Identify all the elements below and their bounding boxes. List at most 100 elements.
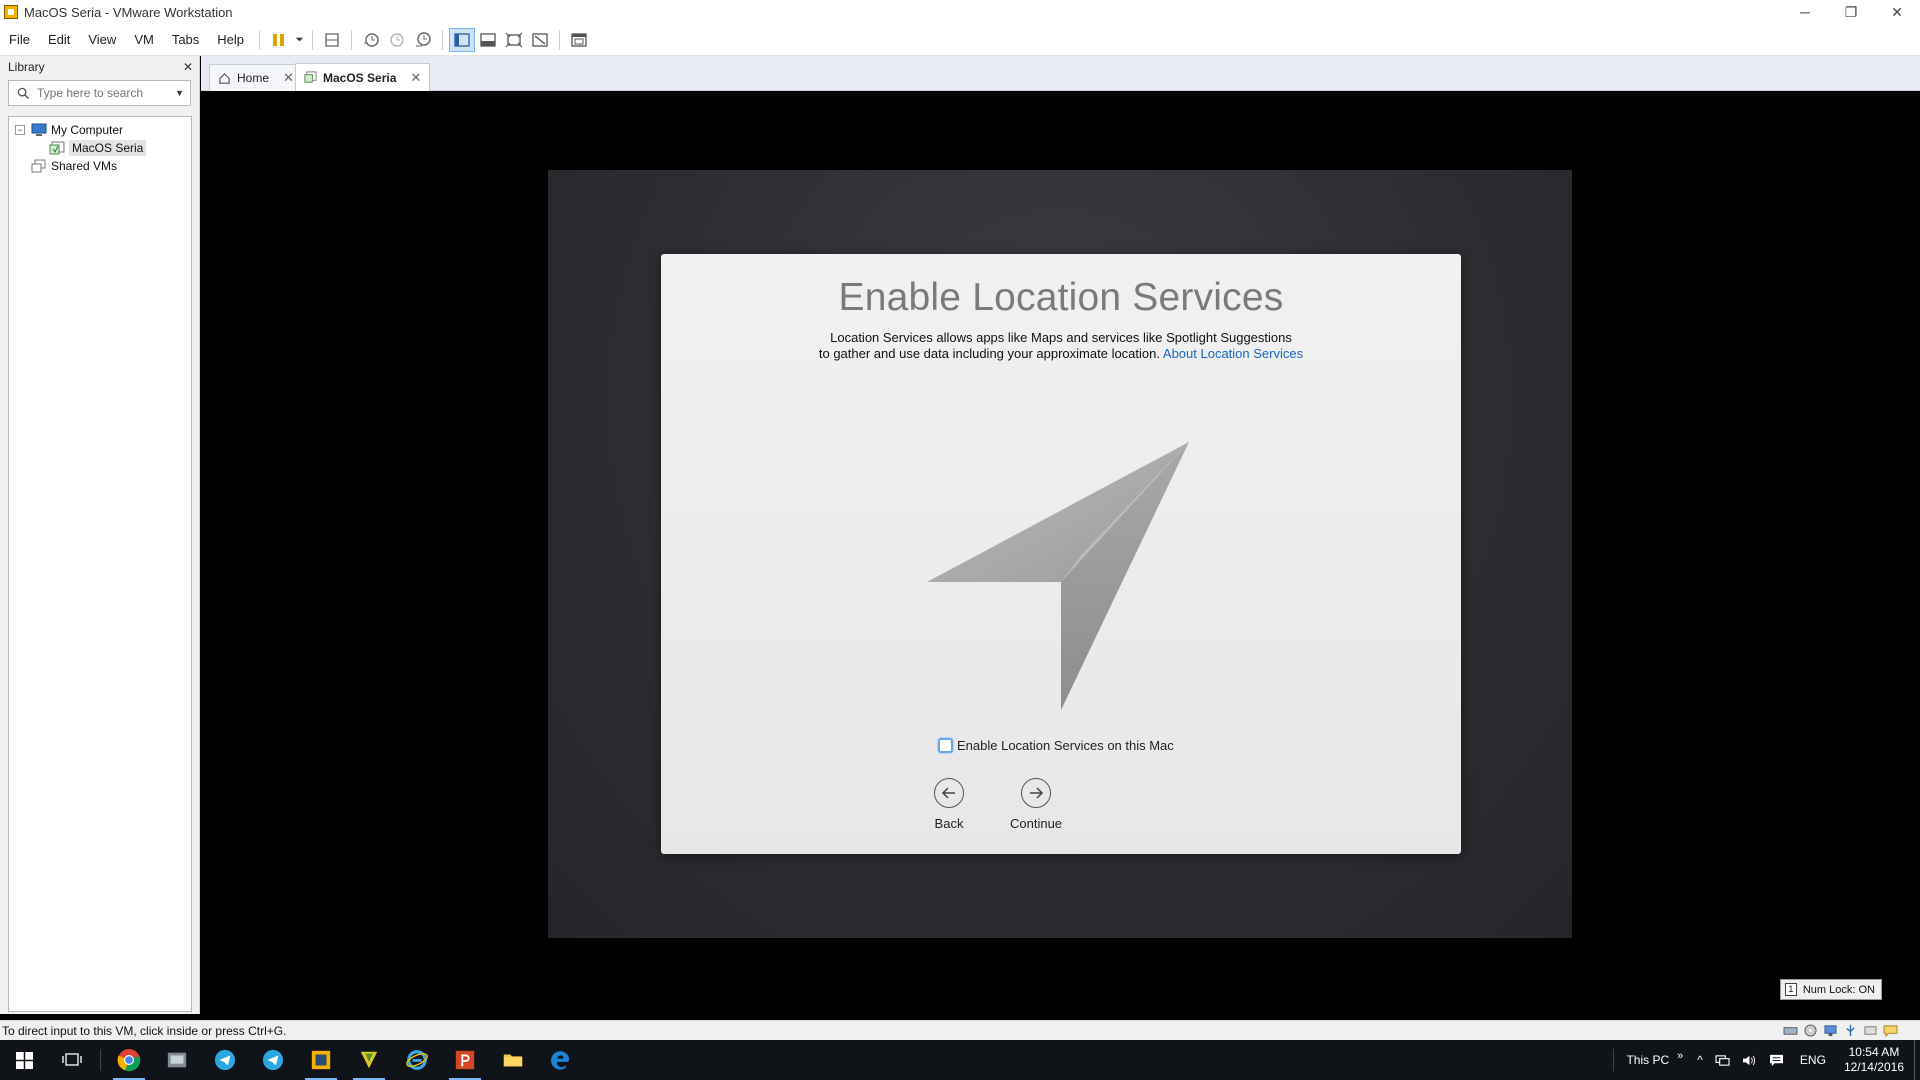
- start-button[interactable]: [0, 1040, 48, 1080]
- vm-screen[interactable]: Enable Location Services Location Servic…: [548, 170, 1572, 938]
- library-search-input[interactable]: [37, 86, 167, 100]
- cd-dvd-icon[interactable]: [1802, 1023, 1818, 1037]
- hard-disk-icon[interactable]: [1782, 1023, 1798, 1037]
- status-bar: To direct input to this VM, click inside…: [0, 1020, 1920, 1040]
- revert-snapshot-button[interactable]: [384, 28, 410, 52]
- numlock-indicator: 1 Num Lock: ON: [1779, 979, 1882, 1000]
- device-status-icons: [1782, 1023, 1898, 1037]
- message-log-icon[interactable]: [1882, 1023, 1898, 1037]
- taskbar-clock[interactable]: 10:54 AM 12/14/2016: [1836, 1045, 1914, 1075]
- revert-snapshot-icon: [390, 32, 404, 47]
- dialog-title: Enable Location Services: [838, 276, 1284, 319]
- taskbar-telegram[interactable]: [201, 1040, 249, 1080]
- show-hidden-icons-button[interactable]: ^: [1691, 1053, 1709, 1067]
- show-desktop-button[interactable]: [1914, 1040, 1920, 1080]
- menu-help[interactable]: Help: [208, 32, 253, 47]
- taskbar-powerpoint[interactable]: [441, 1040, 489, 1080]
- menu-edit[interactable]: Edit: [39, 32, 79, 47]
- volume-icon[interactable]: [1736, 1054, 1763, 1067]
- status-message: To direct input to this VM, click inside…: [2, 1023, 287, 1038]
- snapshot-icon: [364, 32, 379, 47]
- clock-time: 10:54 AM: [1848, 1045, 1900, 1059]
- clock-date: 12/14/2016: [1843, 1060, 1904, 1074]
- take-snapshot-button[interactable]: [358, 28, 384, 52]
- toolbar-separator: [559, 29, 561, 50]
- sound-card-icon[interactable]: [1862, 1023, 1878, 1037]
- power-dropdown-button[interactable]: [292, 28, 306, 52]
- menu-tabs[interactable]: Tabs: [163, 32, 208, 47]
- enable-location-checkbox-row[interactable]: Enable Location Services on this Mac: [938, 738, 1174, 753]
- library-search-box[interactable]: ▼: [8, 80, 191, 106]
- windows-taskbar: This PC » ^ ENG 10:54 AM 12/14/2016: [0, 1040, 1920, 1080]
- tree-item-macos-seria[interactable]: MacOS Seria: [9, 139, 191, 157]
- library-tree: − My Computer MacOS Seria Shared VMs: [8, 116, 192, 1012]
- unity-button[interactable]: [527, 28, 553, 52]
- tab-close-icon[interactable]: ✕: [410, 70, 421, 86]
- menu-view[interactable]: View: [79, 32, 125, 47]
- tree-item-my-computer[interactable]: − My Computer: [9, 121, 191, 139]
- usb-controller-icon[interactable]: [1842, 1023, 1858, 1037]
- location-services-dialog: Enable Location Services Location Servic…: [661, 254, 1461, 854]
- menu-vm[interactable]: VM: [125, 32, 163, 47]
- tab-home[interactable]: Home ✕: [209, 64, 303, 91]
- internet-explorer-icon: [406, 1050, 428, 1070]
- tree-item-shared-vms[interactable]: Shared VMs: [9, 157, 191, 175]
- task-view-button[interactable]: [48, 1040, 96, 1080]
- location-arrow-icon: [927, 442, 1189, 710]
- send-ctrl-alt-del-button[interactable]: [319, 28, 345, 52]
- collapse-icon[interactable]: −: [15, 125, 25, 135]
- taskbar-vmware[interactable]: [297, 1040, 345, 1080]
- toolbar-overflow-icon[interactable]: »: [1675, 1050, 1691, 1070]
- media-app-icon: [167, 1052, 187, 1068]
- tab-strip: Home ✕ MacOS Seria ✕: [201, 56, 1920, 91]
- library-title: Library: [8, 60, 45, 74]
- library-close-button[interactable]: ✕: [183, 60, 193, 74]
- vm-console-area[interactable]: Enable Location Services Location Servic…: [201, 91, 1920, 1024]
- home-icon: [218, 72, 231, 85]
- toolbar-separator: [312, 29, 314, 50]
- taskbar-file-explorer[interactable]: [489, 1040, 537, 1080]
- enable-location-checkbox[interactable]: [938, 738, 953, 753]
- this-pc-toolbar[interactable]: This PC: [1620, 1053, 1675, 1067]
- taskbar-separator: [100, 1049, 101, 1071]
- telegram-icon: [262, 1049, 284, 1071]
- tab-macos-seria[interactable]: MacOS Seria ✕: [295, 63, 431, 91]
- back-button[interactable]: Back: [934, 778, 964, 831]
- edge-icon: [551, 1051, 570, 1070]
- action-center-icon[interactable]: [1763, 1054, 1790, 1067]
- console-view-button[interactable]: [566, 28, 592, 52]
- window-titlebar: MacOS Seria - VMware Workstation ─ ❐ ✕: [0, 0, 1920, 24]
- suspend-button[interactable]: [266, 28, 292, 52]
- taskbar-chrome[interactable]: [105, 1040, 153, 1080]
- about-location-services-link[interactable]: About Location Services: [1163, 346, 1303, 361]
- continue-label: Continue: [1010, 816, 1063, 831]
- unity-icon: [532, 32, 548, 47]
- network-icon[interactable]: [1709, 1054, 1736, 1067]
- shared-vms-icon: [31, 159, 47, 173]
- show-thumbnail-bar-button[interactable]: [475, 28, 501, 52]
- show-library-button[interactable]: [449, 27, 476, 52]
- full-screen-button[interactable]: [501, 28, 527, 52]
- continue-button[interactable]: Continue: [1010, 778, 1062, 831]
- taskbar-edge[interactable]: [537, 1040, 585, 1080]
- taskbar-telegram-2[interactable]: [249, 1040, 297, 1080]
- network-adapter-icon[interactable]: [1822, 1023, 1838, 1037]
- search-dropdown-icon[interactable]: ▼: [175, 88, 184, 98]
- description-line-2: to gather and use data including your ap…: [761, 346, 1361, 362]
- taskbar-app-2[interactable]: [153, 1040, 201, 1080]
- close-button[interactable]: ✕: [1874, 0, 1920, 24]
- checkbox-label[interactable]: Enable Location Services on this Mac: [957, 738, 1174, 753]
- restore-button[interactable]: ❐: [1828, 0, 1874, 24]
- snapshot-manager-button[interactable]: [410, 28, 436, 52]
- input-language-indicator[interactable]: ENG: [1790, 1053, 1836, 1067]
- toolbar-separator: [259, 29, 261, 50]
- computer-icon: [31, 123, 47, 137]
- menu-file[interactable]: File: [0, 32, 39, 47]
- vmware-app-icon: [4, 5, 18, 19]
- chevron-down-icon: [295, 37, 303, 42]
- minimize-button[interactable]: ─: [1782, 0, 1828, 24]
- taskbar-app-6[interactable]: [345, 1040, 393, 1080]
- tab-close-icon[interactable]: ✕: [283, 70, 294, 86]
- description-text: to gather and use data including your ap…: [818, 346, 1160, 361]
- taskbar-internet-explorer[interactable]: [393, 1040, 441, 1080]
